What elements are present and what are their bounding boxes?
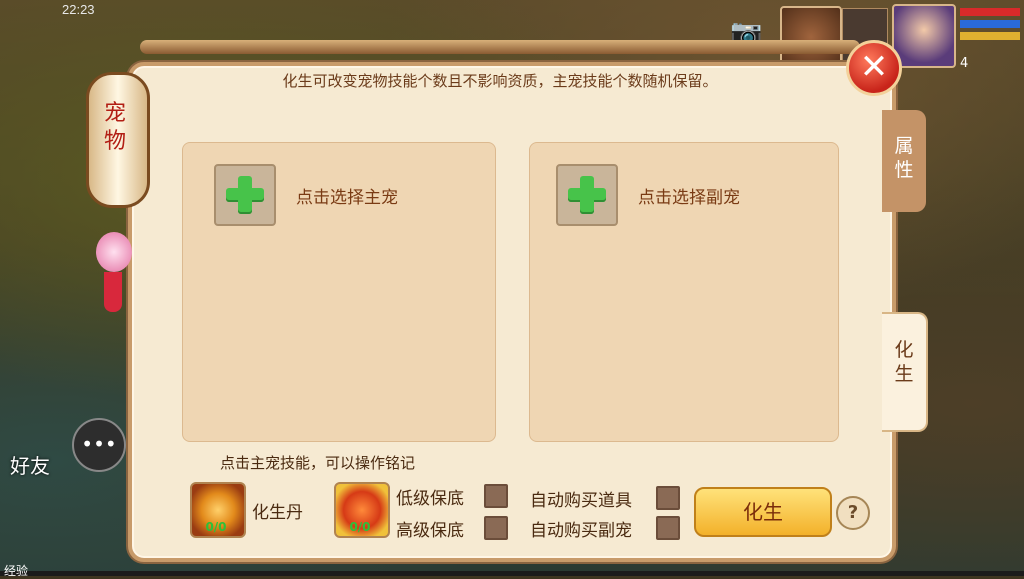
plus-icon <box>238 176 252 214</box>
status-time: 22:23 <box>62 2 95 17</box>
mp-bar <box>960 20 1020 28</box>
auto-buy-sub-pet-label: 自动购买副宠 <box>530 521 632 541</box>
rebirth-hint-bottom: 点击主宠技能，可以操作铭记 <box>220 454 416 472</box>
add-main-pet-button[interactable] <box>214 164 276 226</box>
lantern-title: 宠 物 <box>86 100 144 156</box>
tab-attributes-label: 属性 <box>894 135 914 181</box>
close-button[interactable]: ✕ <box>846 40 902 96</box>
exp-label: 经验 <box>4 564 29 578</box>
auto-buy-item-label: 自动购买道具 <box>530 491 632 511</box>
tab-rebirth[interactable]: 化生 <box>882 312 928 432</box>
hp-bar <box>960 8 1020 16</box>
guarantee-item-count: 0/0 <box>349 520 371 534</box>
auto-buy-sub-pet-checkbox[interactable] <box>656 516 680 540</box>
rebirth-hint-top: 化生可改变宠物技能个数且不影响资质，主宠技能个数随机保留。 <box>282 72 718 90</box>
auto-buy-item-checkbox[interactable] <box>656 486 680 510</box>
charm-ornament <box>96 232 132 272</box>
tassel-ornament <box>104 272 122 312</box>
hero-avatar[interactable] <box>892 4 956 68</box>
rebirth-pill-label: 化生丹 <box>252 503 303 523</box>
exp-bar <box>0 571 1024 576</box>
anger-bar <box>960 32 1020 40</box>
pet-avatar[interactable] <box>780 6 842 68</box>
high-guarantee-checkbox[interactable] <box>484 516 508 540</box>
tab-attributes[interactable]: 属性 <box>882 110 926 212</box>
tab-rebirth-label: 化生 <box>894 339 914 385</box>
low-guarantee-label: 低级保底 <box>396 489 464 509</box>
lantern-title-char-2: 物 <box>103 129 126 154</box>
low-guarantee-checkbox[interactable] <box>484 484 508 508</box>
plus-icon <box>580 176 594 214</box>
panel-top-rod <box>140 40 860 54</box>
player-level: 4 <box>960 56 969 71</box>
add-sub-pet-button[interactable] <box>556 164 618 226</box>
lantern-title-char-1: 宠 <box>103 101 126 126</box>
sub-pet-slot-label: 点击选择副宠 <box>638 188 740 208</box>
help-button[interactable]: ? <box>836 496 870 530</box>
rebirth-pill-count: 0/0 <box>205 520 227 534</box>
high-guarantee-label: 高级保底 <box>396 521 464 541</box>
chat-icon[interactable]: ••• <box>72 418 126 472</box>
rebirth-button[interactable]: 化生 <box>694 487 832 537</box>
friends-button[interactable]: 好友 <box>10 450 50 479</box>
main-pet-slot-label: 点击选择主宠 <box>296 188 398 208</box>
